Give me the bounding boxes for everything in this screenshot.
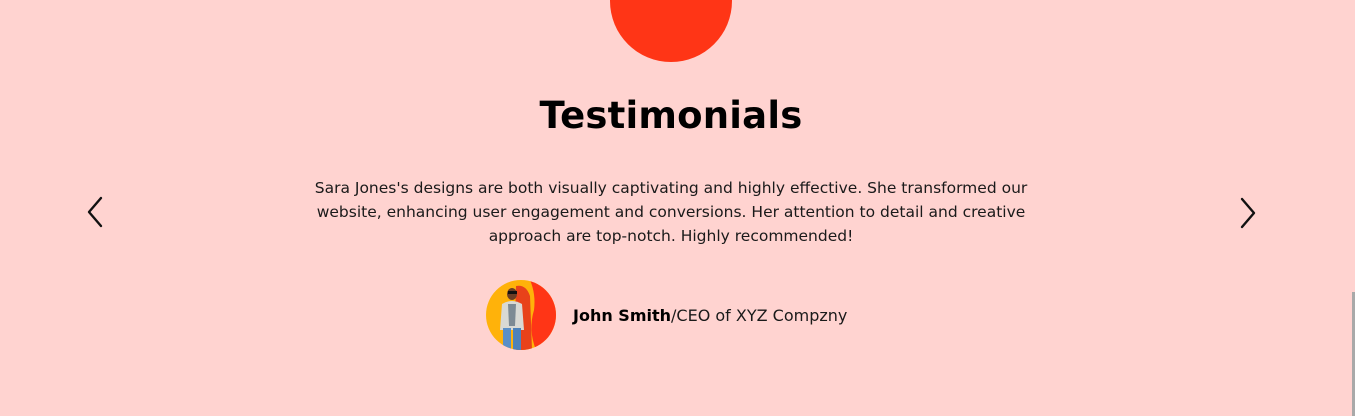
testimonial-quote: Sara Jones's designs are both visually c… [314,179,1028,245]
author-credit: John Smith/CEO of XYZ Compzny [573,306,847,325]
author-role: /CEO of XYZ Compzny [671,305,848,325]
testimonial-author: John Smith/CEO of XYZ Compzny [486,280,847,350]
chevron-left-icon [87,196,103,228]
chevron-right-icon [1240,197,1256,229]
author-name: John Smith [573,305,672,325]
avatar [486,280,556,350]
next-testimonial-button[interactable] [1233,193,1263,233]
section-title: Testimonials [539,94,803,137]
previous-testimonial-button[interactable] [80,192,110,232]
decorative-circle [610,0,732,62]
